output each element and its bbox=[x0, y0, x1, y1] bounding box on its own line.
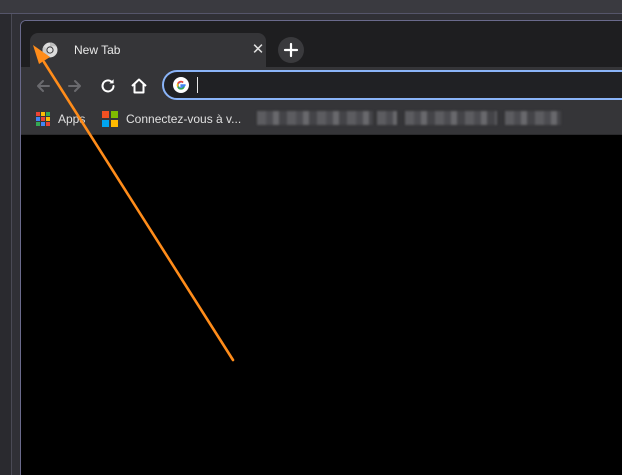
address-bar[interactable] bbox=[162, 70, 622, 100]
bookmark-connectez-vous[interactable]: Connectez-vous à v... bbox=[102, 110, 241, 128]
tab-close-icon[interactable]: ✕ bbox=[250, 42, 266, 58]
text-cursor bbox=[197, 77, 198, 93]
bookmark-label: Connectez-vous à v... bbox=[126, 112, 242, 126]
toolbar bbox=[21, 67, 622, 103]
apps-grid-icon bbox=[36, 112, 50, 126]
new-tab-button[interactable] bbox=[278, 37, 304, 63]
tab-title: New Tab bbox=[74, 43, 121, 57]
arrow-left-icon[interactable] bbox=[33, 76, 53, 96]
bookmark-apps[interactable]: Apps bbox=[36, 110, 85, 128]
tab-new-tab[interactable]: New Tab ✕ bbox=[30, 33, 266, 67]
reload-icon[interactable] bbox=[98, 76, 118, 96]
chrome-icon bbox=[42, 42, 58, 58]
address-input[interactable] bbox=[196, 75, 616, 95]
plus-icon bbox=[283, 42, 299, 58]
browser-window: New Tab ✕ Apps Connectez-vous à v... bbox=[20, 20, 622, 475]
home-icon[interactable] bbox=[129, 76, 149, 96]
bookmark-label: Apps bbox=[58, 112, 86, 126]
blurred-bookmarks bbox=[377, 111, 397, 125]
blurred-bookmarks bbox=[505, 111, 561, 125]
google-g-icon bbox=[173, 77, 189, 93]
blurred-bookmarks bbox=[405, 111, 497, 125]
background-window-edge bbox=[0, 14, 12, 475]
bookmarks-bar: Apps Connectez-vous à v... bbox=[21, 103, 622, 135]
page-content[interactable] bbox=[21, 136, 622, 475]
microsoft-logo-icon bbox=[102, 111, 118, 127]
background-window-titlebar bbox=[0, 0, 622, 14]
tab-strip: New Tab ✕ bbox=[21, 21, 622, 67]
blurred-bookmarks bbox=[257, 111, 373, 125]
arrow-right-icon[interactable] bbox=[65, 76, 85, 96]
